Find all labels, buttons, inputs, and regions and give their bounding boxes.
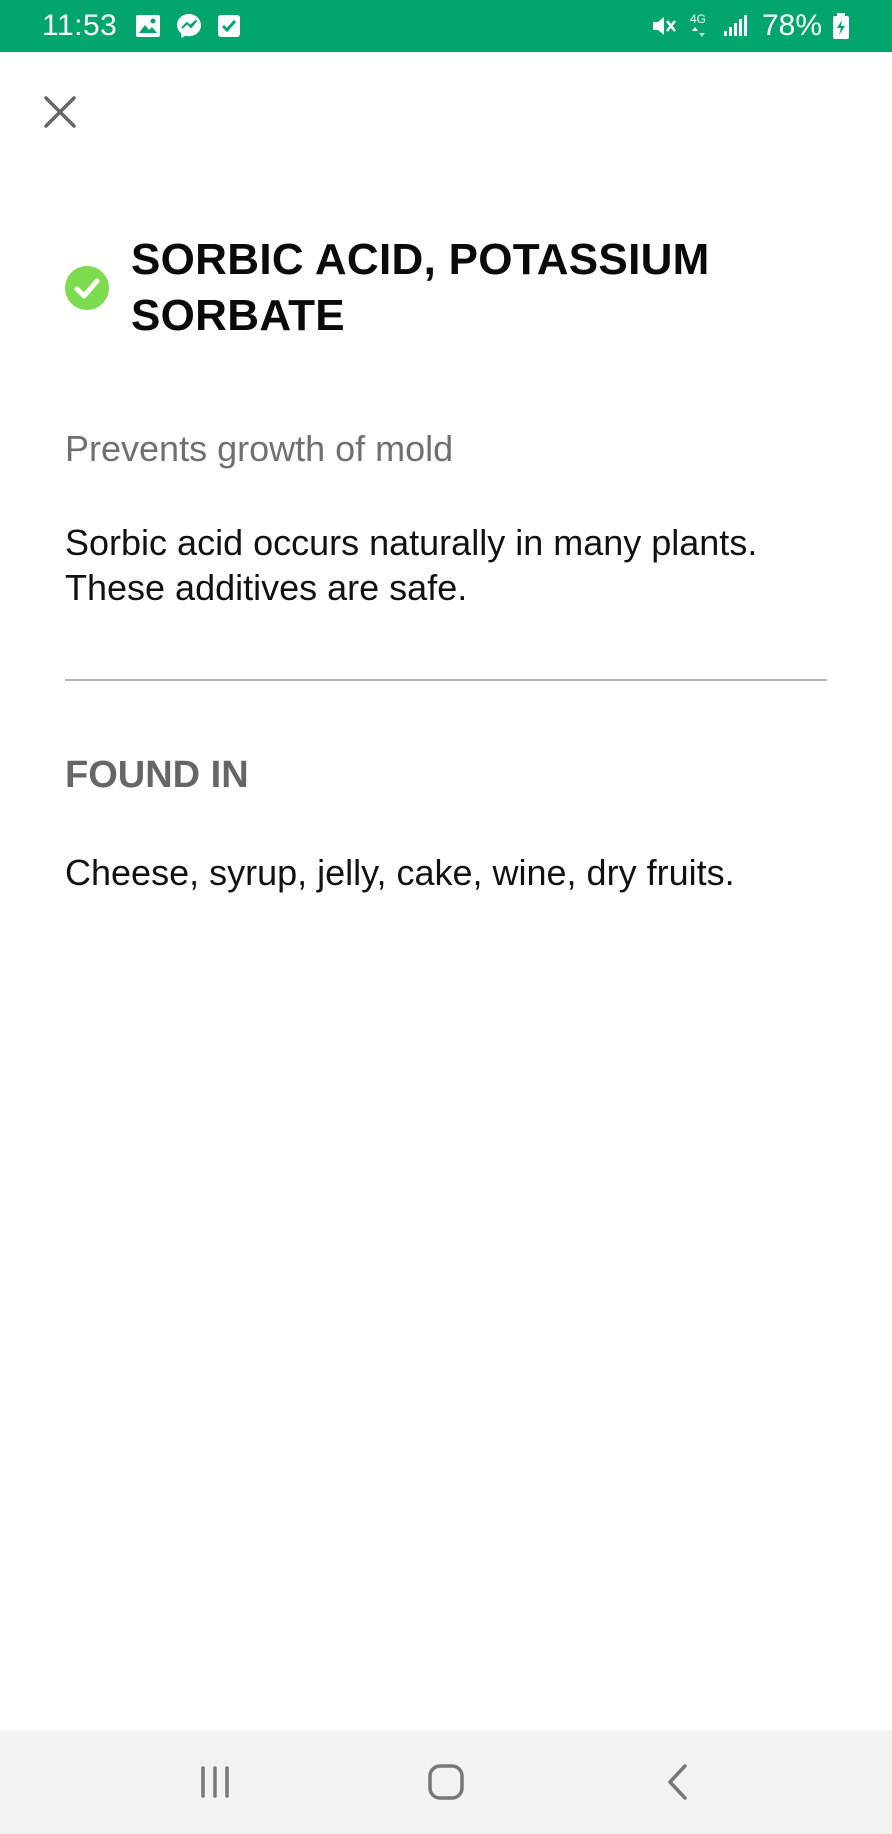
battery-percent: 78%: [761, 9, 822, 42]
back-button[interactable]: [637, 1742, 717, 1822]
found-in-text: Cheese, syrup, jelly, cake, wine, dry fr…: [65, 852, 735, 893]
additive-purpose: Prevents growth of mold: [65, 428, 454, 469]
mute-icon: [650, 13, 678, 39]
signal-icon: [722, 14, 748, 38]
navigation-bar: [0, 1730, 892, 1834]
gallery-icon: [135, 14, 161, 38]
additive-title-row: SORBIC ACID, POTASSIUM SORBATE: [65, 232, 845, 344]
status-notification-icons: [135, 12, 241, 40]
svg-text:4G: 4G: [690, 12, 706, 26]
status-time: 11:53: [42, 9, 118, 42]
messenger-icon: [175, 12, 203, 40]
check-circle-icon: [65, 266, 109, 310]
close-icon: [44, 96, 76, 128]
battery-charging-icon: [832, 12, 850, 40]
additive-description: Sorbic acid occurs naturally in many pla…: [65, 522, 758, 608]
checkbox-icon: [217, 14, 241, 38]
found-in-heading: FOUND IN: [65, 754, 249, 796]
recent-apps-icon: [201, 1766, 230, 1798]
status-bar: 11:53 4G 78%: [0, 0, 892, 52]
network-4g-icon: 4G: [688, 11, 712, 41]
status-system-icons: 4G 78%: [650, 9, 850, 43]
close-button[interactable]: [38, 90, 82, 134]
additive-detail-screen: 11:53 4G 78% SORBIC ACID, POTASSIUM SORB…: [0, 0, 892, 1834]
additive-title: SORBIC ACID, POTASSIUM SORBATE: [131, 235, 710, 340]
recent-apps-button[interactable]: [175, 1742, 255, 1822]
home-icon: [428, 1764, 464, 1800]
home-button[interactable]: [406, 1742, 486, 1822]
back-icon: [667, 1764, 687, 1800]
section-divider: [65, 679, 827, 681]
